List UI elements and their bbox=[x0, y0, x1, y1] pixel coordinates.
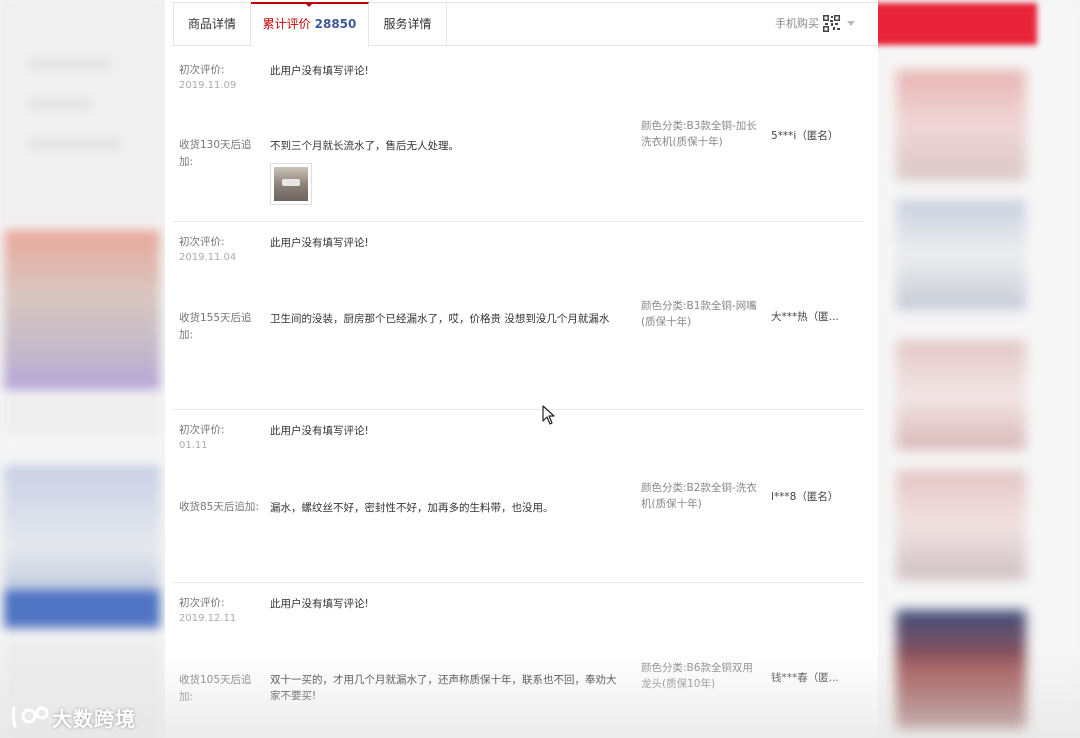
append-review-label: 收货105天后追加: bbox=[179, 674, 252, 703]
right-blurred-panel bbox=[878, 0, 1080, 738]
append-review-text: 卫生间的没装，厨房那个已经漏水了，哎，价格贵 没想到没几个月就漏水 bbox=[270, 313, 610, 325]
watermark-text: 大数跨境 bbox=[52, 707, 136, 731]
sku-key: 颜色分类: bbox=[641, 662, 687, 674]
watermark-logo-icon bbox=[11, 706, 49, 728]
reviewer-name: 大***热（匿... bbox=[771, 311, 839, 323]
review-item: 初次评价: 01.11 此用户没有填写评论! 收货85天后追加: 漏水，螺纹丝不… bbox=[173, 410, 863, 583]
first-review-date: 2019.11.09 bbox=[179, 80, 237, 91]
tab-service-details-label: 服务详情 bbox=[383, 17, 432, 31]
sku-info: 颜色分类:B6款全铜双用龙头(质保10年) bbox=[641, 660, 761, 692]
tab-product-details-label: 商品详情 bbox=[187, 17, 236, 31]
append-review-label: 收货130天后追加: bbox=[179, 139, 252, 168]
mobile-buy-link[interactable]: 手机购买 bbox=[775, 3, 819, 45]
tab-service-details[interactable]: 服务详情 bbox=[369, 3, 447, 45]
sku-info: 颜色分类:B2款全铜-洗衣机(质保十年) bbox=[641, 480, 761, 512]
left-blurred-panel bbox=[0, 0, 165, 738]
first-review-date: 01.11 bbox=[179, 440, 208, 451]
sku-key: 颜色分类: bbox=[641, 482, 687, 494]
review-photo-thumbnail[interactable] bbox=[270, 163, 312, 205]
first-review-text: 此用户没有填写评论! bbox=[270, 65, 369, 77]
mouse-cursor-icon bbox=[542, 405, 555, 425]
first-review-date: 2019.12.11 bbox=[179, 613, 237, 624]
first-review-label: 初次评价: bbox=[179, 64, 225, 76]
reviewer-name: 5***i（匿名） bbox=[771, 130, 839, 142]
first-review-label: 初次评价: bbox=[179, 424, 225, 436]
qr-code-icon[interactable] bbox=[823, 15, 840, 32]
tab-bar: 商品详情 累计评价 28850 服务详情 手机购买 bbox=[173, 2, 878, 47]
first-review-text: 此用户没有填写评论! bbox=[270, 237, 369, 249]
review-item: 初次评价: 2019.11.04 此用户没有填写评论! 收货155天后追加: 卫… bbox=[173, 222, 863, 410]
sku-key: 颜色分类: bbox=[641, 300, 687, 312]
tab-product-details[interactable]: 商品详情 bbox=[173, 3, 251, 45]
tab-reviews-label: 累计评价 bbox=[262, 17, 311, 31]
sku-info: 颜色分类:B3款全铜-加长洗衣机(质保十年) bbox=[641, 118, 761, 150]
first-review-text: 此用户没有填写评论! bbox=[270, 425, 369, 437]
first-review-label: 初次评价: bbox=[179, 236, 225, 248]
append-review-text: 双十一买的，才用几个月就漏水了，还声称质保十年，联系也不回，奉劝大家不要买! bbox=[270, 674, 617, 702]
reviewer-name: l***8（匿名） bbox=[771, 491, 839, 503]
tab-reviews[interactable]: 累计评价 28850 bbox=[251, 2, 369, 47]
sku-info: 颜色分类:B1款全铜-网嘴(质保十年) bbox=[641, 298, 761, 330]
first-review-label: 初次评价: bbox=[179, 597, 225, 609]
append-review-label: 收货85天后追加: bbox=[179, 501, 259, 513]
reviewer-name: 钱***春（匿... bbox=[771, 672, 839, 684]
sku-key: 颜色分类: bbox=[641, 120, 687, 132]
main-content: 商品详情 累计评价 28850 服务详情 手机购买 初次评价: 2019.11.0… bbox=[165, 0, 878, 738]
chevron-down-icon[interactable] bbox=[847, 21, 855, 26]
first-review-date: 2019.11.04 bbox=[179, 252, 237, 263]
active-tab-notch bbox=[305, 3, 313, 7]
red-banner bbox=[863, 3, 1037, 45]
review-count: 28850 bbox=[314, 17, 357, 31]
append-review-text: 漏水，螺纹丝不好，密封性不好，加再多的生料带，也没用。 bbox=[270, 502, 554, 514]
append-review-label: 收货155天后追加: bbox=[179, 312, 252, 341]
review-item: 初次评价: 2019.11.09 此用户没有填写评论! 收货130天后追加: 不… bbox=[173, 50, 863, 222]
review-item: 初次评价: 2019.12.11 此用户没有填写评论! 收货105天后追加: 双… bbox=[173, 583, 863, 738]
append-review-text: 不到三个月就长流水了，售后无人处理。 bbox=[270, 140, 459, 152]
first-review-text: 此用户没有填写评论! bbox=[270, 598, 369, 610]
review-photo bbox=[274, 167, 308, 201]
